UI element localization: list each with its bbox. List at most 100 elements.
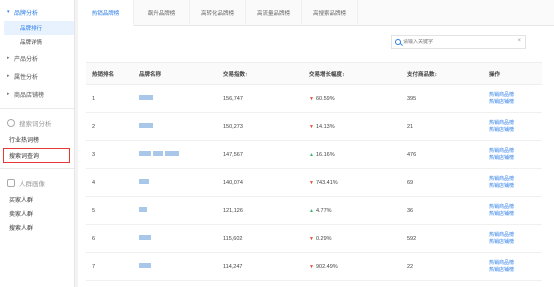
trade-index-cell: 140,074 xyxy=(223,168,309,197)
paid-items-cell: 476 xyxy=(407,140,489,169)
brand-ranking-table: 热销排名 品牌名称 交易指数↑ 交易增长幅度↕ 支付商品数↕ 操作 1 156,7… xyxy=(86,62,542,281)
hot-stores-link[interactable]: 热销店铺榜 xyxy=(489,267,542,274)
sidebar-item-attribute-analysis[interactable]: ▸ 属性分析 xyxy=(0,67,74,85)
hot-stores-link[interactable]: 热销店铺榜 xyxy=(489,99,542,106)
rank-cell: 6 xyxy=(86,224,139,253)
sidebar-sub-seller-crowd[interactable]: 卖家人群 xyxy=(0,206,74,220)
column-header-trade-index[interactable]: 交易指数↑ xyxy=(223,62,309,85)
brand-name-redacted xyxy=(139,263,151,268)
column-header-rank[interactable]: 热销排名 xyxy=(86,62,139,85)
paid-items-cell: 36 xyxy=(407,196,489,225)
search-box: × xyxy=(391,35,526,49)
column-header-paid-items[interactable]: 支付商品数↕ xyxy=(407,62,489,85)
sidebar-item-brand-analysis[interactable]: ▾ 品牌分析 xyxy=(0,3,74,21)
hot-products-link[interactable]: 热销商品榜 xyxy=(489,260,542,267)
sidebar-section-keyword-analysis: 搜索词分析 xyxy=(0,114,74,132)
growth-cell: ▲ 4.77% xyxy=(309,196,407,225)
actions-cell: 热销商品榜 热销店铺榜 xyxy=(489,112,542,141)
rank-cell: 4 xyxy=(86,168,139,197)
paid-items-cell: 395 xyxy=(407,84,489,113)
table-row: 5 121,126 ▲ 4.77% 36 热销商品榜 热销店铺榜 xyxy=(86,196,542,225)
sidebar-divider xyxy=(0,108,74,109)
arrow-down-icon: ▼ xyxy=(309,123,314,130)
column-header-actions: 操作 xyxy=(489,62,542,85)
tab-high-traffic-brands[interactable]: 高流量品牌榜 xyxy=(246,0,302,26)
growth-value: 4.77% xyxy=(315,207,332,214)
growth-cell: ▼ 902.49% xyxy=(309,252,407,281)
rank-cell: 7 xyxy=(86,252,139,281)
section-title: 搜索词分析 xyxy=(19,121,52,128)
search-input[interactable] xyxy=(403,39,513,45)
growth-cell: ▲ 16.16% xyxy=(309,140,407,169)
trade-index-cell: 115,602 xyxy=(223,224,309,253)
paid-items-cell: 21 xyxy=(407,112,489,141)
main-panel: 热销品牌榜 飙升品牌榜 高转化品牌榜 高流量品牌榜 高搜索品牌榜 × 热销排名 … xyxy=(78,0,554,287)
sidebar-sub-industry-hotwords[interactable]: 行业热词榜 xyxy=(0,132,74,146)
hot-products-link[interactable]: 热销商品榜 xyxy=(489,148,542,155)
hot-stores-link[interactable]: 热销店铺榜 xyxy=(489,183,542,190)
tab-rising-brands[interactable]: 飙升品牌榜 xyxy=(134,0,190,26)
sidebar-sub-buyer-crowd[interactable]: 买家人群 xyxy=(0,192,74,206)
trade-index-cell: 156,747 xyxy=(223,84,309,113)
tab-hot-brands[interactable]: 热销品牌榜 xyxy=(78,0,134,26)
clear-icon[interactable]: × xyxy=(517,38,521,44)
brand-name-redacted xyxy=(139,123,153,128)
column-header-growth[interactable]: 交易增长幅度↕ xyxy=(309,62,407,85)
sidebar-divider xyxy=(0,168,74,169)
actions-cell: 热销商品榜 热销店铺榜 xyxy=(489,196,542,225)
rank-cell: 3 xyxy=(86,140,139,169)
hot-stores-link[interactable]: 热销店铺榜 xyxy=(489,127,542,134)
brand-cell[interactable] xyxy=(139,196,223,225)
hot-products-link[interactable]: 热销商品榜 xyxy=(489,232,542,239)
growth-cell: ▼ 0.29% xyxy=(309,224,407,253)
sidebar-sub-brand-detail[interactable]: 品牌详情 xyxy=(0,35,74,49)
brand-name-redacted xyxy=(165,151,179,156)
hot-products-link[interactable]: 热销商品榜 xyxy=(489,204,542,211)
tab-high-search-brands[interactable]: 高搜索品牌榜 xyxy=(302,0,358,26)
arrow-down-icon: ▼ xyxy=(309,95,314,102)
trade-index-cell: 150,273 xyxy=(223,112,309,141)
growth-value: 60.59% xyxy=(315,95,335,102)
growth-value: 14.13% xyxy=(315,123,335,130)
brand-name-redacted xyxy=(139,179,149,184)
search-icon[interactable] xyxy=(395,39,401,45)
growth-cell: ▼ 743.41% xyxy=(309,168,407,197)
arrow-up-icon: ▲ xyxy=(309,151,314,158)
hot-stores-link[interactable]: 热销店铺榜 xyxy=(489,211,542,218)
trade-index-cell: 114,247 xyxy=(223,252,309,281)
brand-cell[interactable] xyxy=(139,84,223,113)
hot-products-link[interactable]: 热销商品榜 xyxy=(489,176,542,183)
growth-value: 902.49% xyxy=(315,263,338,270)
arrow-down-icon: ▼ xyxy=(309,263,314,270)
table-row: 1 156,747 ▼ 60.59% 395 热销商品榜 热销店铺榜 xyxy=(86,84,542,113)
sidebar: ▾ 品牌分析 品牌排行 品牌详情 ▸ 产品分析 ▸ 属性分析 ▸ 商品店铺榜 搜… xyxy=(0,0,75,287)
brand-cell[interactable] xyxy=(139,140,223,169)
sidebar-sub-search-crowd[interactable]: 搜索人群 xyxy=(0,220,74,234)
tab-bar: 热销品牌榜 飙升品牌榜 高转化品牌榜 高流量品牌榜 高搜索品牌榜 xyxy=(78,0,554,26)
table-row: 2 150,273 ▼ 14.13% 21 热销商品榜 热销店铺榜 xyxy=(86,112,542,141)
brand-cell[interactable] xyxy=(139,112,223,141)
rank-cell: 2 xyxy=(86,112,139,141)
sidebar-item-label: 商品店铺榜 xyxy=(14,92,45,99)
table-header-row: 热销排名 品牌名称 交易指数↑ 交易增长幅度↕ 支付商品数↕ 操作 xyxy=(86,62,542,85)
sidebar-sub-keyword-query[interactable]: 搜索词查询 xyxy=(3,148,70,163)
sidebar-item-store-ranking[interactable]: ▸ 商品店铺榜 xyxy=(0,85,74,103)
sidebar-sub-brand-ranking[interactable]: 品牌排行 xyxy=(4,21,74,35)
search-circle-icon xyxy=(7,119,15,127)
rank-cell: 5 xyxy=(86,196,139,225)
sidebar-item-product-analysis[interactable]: ▸ 产品分析 xyxy=(0,49,74,67)
paid-items-cell: 69 xyxy=(407,168,489,197)
sidebar-item-label: 属性分析 xyxy=(14,74,39,81)
hot-stores-link[interactable]: 热销店铺榜 xyxy=(489,155,542,162)
actions-cell: 热销商品榜 热销店铺榜 xyxy=(489,224,542,253)
table-row: 7 114,247 ▼ 902.49% 22 热销商品榜 热销店铺榜 xyxy=(86,252,542,281)
hot-stores-link[interactable]: 热销店铺榜 xyxy=(489,239,542,246)
hot-products-link[interactable]: 热销商品榜 xyxy=(489,120,542,127)
brand-name-redacted xyxy=(139,95,153,100)
hot-products-link[interactable]: 热销商品榜 xyxy=(489,92,542,99)
tab-high-conversion-brands[interactable]: 高转化品牌榜 xyxy=(190,0,246,26)
brand-cell[interactable] xyxy=(139,224,223,253)
brand-cell[interactable] xyxy=(139,252,223,281)
paid-items-cell: 22 xyxy=(407,252,489,281)
brand-cell[interactable] xyxy=(139,168,223,197)
